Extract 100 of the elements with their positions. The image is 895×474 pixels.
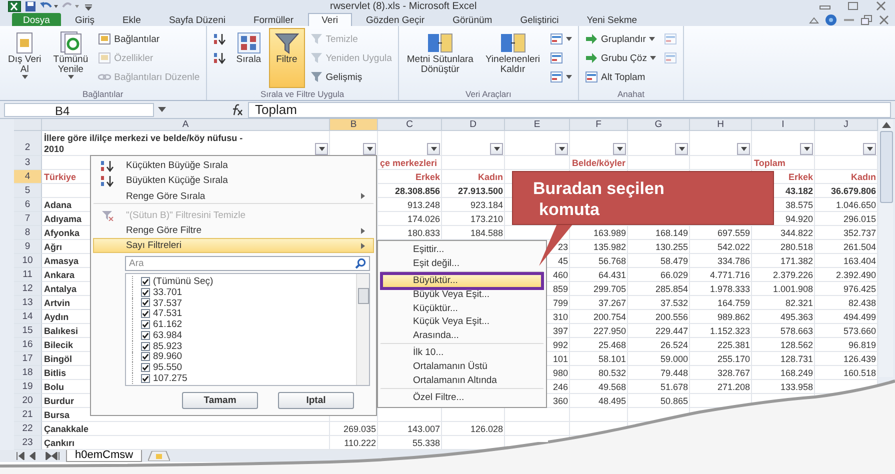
menu-item[interactable]: Büyüktür... [380, 272, 544, 290]
sheet-navigation-icon[interactable] [16, 452, 60, 460]
ribbon-tab[interactable]: Görünüm [438, 13, 506, 26]
ribbon-button[interactable]: Metni Sütunlara Dönüştür [402, 28, 478, 88]
filter-button[interactable] [363, 143, 376, 155]
collapse-ribbon-icon[interactable] [809, 16, 819, 24]
filter-button[interactable] [675, 143, 688, 155]
ribbon-button[interactable]: Alt Toplam [582, 68, 659, 86]
column-header[interactable]: F [570, 119, 628, 131]
menu-item[interactable]: Küçükten Büyüğe Sırala [93, 158, 374, 173]
checkbox[interactable] [141, 298, 150, 308]
ribbon-button[interactable]: Grubu Çöz [582, 49, 659, 67]
row-header[interactable]: 16 [14, 338, 42, 352]
menu-item[interactable]: Büyük Veya Eşit... [380, 288, 544, 302]
menu-item[interactable]: Eşittir... [380, 243, 544, 257]
scrollbar-thumb[interactable] [880, 131, 892, 203]
formula-field[interactable]: Toplam [248, 102, 891, 118]
help-icon[interactable] [825, 14, 837, 26]
ribbon-tab[interactable]: Veri [308, 13, 352, 26]
menu-item[interactable]: Küçük Veya Eşit... [380, 315, 544, 330]
menu-item[interactable]: Küçüktür... [380, 302, 544, 316]
save-icon[interactable] [25, 0, 36, 12]
scrollbar[interactable] [356, 274, 369, 385]
column-header[interactable]: A [42, 119, 330, 131]
checkbox[interactable] [141, 276, 150, 286]
menu-item[interactable]: Sayı Filtreleri [93, 238, 374, 253]
row-header[interactable]: 15 [14, 324, 42, 338]
ribbon-button[interactable]: Dış Veri Al [3, 28, 46, 88]
scroll-up-icon[interactable] [882, 122, 890, 128]
customize-caret-icon[interactable] [84, 2, 93, 10]
row-header[interactable]: 9 [14, 240, 42, 254]
row-header[interactable]: 6 [14, 198, 42, 212]
checkbox[interactable] [141, 320, 150, 330]
caret-icon[interactable] [158, 107, 166, 112]
ribbon-button[interactable]: Gruplandır [582, 30, 659, 48]
filter-button[interactable] [427, 143, 440, 155]
menu-item[interactable]: Arasında... [380, 329, 544, 344]
checkbox[interactable] [141, 352, 150, 362]
column-header[interactable]: E [505, 119, 570, 131]
row-header[interactable]: 17 [14, 352, 42, 366]
name-box[interactable]: B4 [4, 102, 154, 116]
filter-button[interactable] [613, 143, 626, 155]
row-header[interactable]: 12 [14, 282, 42, 296]
checkbox[interactable] [141, 374, 150, 384]
ribbon-button[interactable]: Tümünü Yenile [48, 28, 94, 88]
dialog-button[interactable]: Tamam [182, 392, 258, 409]
menu-item[interactable]: Renge Göre Sırala [93, 188, 374, 204]
filter-button[interactable] [315, 143, 328, 155]
row-header[interactable]: 7 [14, 212, 42, 226]
menu-item[interactable]: Büyükten Küçüğe Sırala [93, 173, 374, 188]
scrollbar[interactable] [879, 119, 893, 377]
function-icon[interactable] [230, 104, 244, 116]
column-header[interactable]: B [330, 119, 378, 131]
ribbon-tab[interactable]: Giriş [60, 13, 108, 26]
ribbon-tab[interactable]: Yeni Sekme [572, 13, 652, 26]
row-header[interactable]: 8 [14, 226, 42, 240]
filter-button[interactable] [490, 143, 503, 155]
menu-item[interactable]: Özel Filtre... [380, 390, 544, 405]
ribbon-button[interactable]: Filtre [268, 28, 305, 88]
ribbon-button[interactable]: Gelişmiş [306, 68, 395, 86]
checkbox[interactable] [141, 342, 150, 351]
column-header[interactable]: D [442, 119, 505, 131]
menu-item[interactable]: Ortalamanın Üstü [380, 360, 544, 374]
ribbon-button[interactable]: Sırala [230, 28, 267, 88]
close-icon[interactable] [875, 1, 887, 11]
checkbox[interactable] [141, 330, 150, 340]
checkbox[interactable] [141, 309, 150, 318]
menu-item[interactable]: Renge Göre Filtre [93, 223, 374, 238]
maximize-icon[interactable] [847, 1, 859, 11]
restore-icon[interactable] [861, 14, 873, 24]
filter-button[interactable] [863, 143, 876, 155]
row-header[interactable]: 20 [14, 394, 42, 408]
row-header[interactable]: 5 [14, 184, 42, 198]
filter-button[interactable] [800, 143, 813, 155]
sheet-tab[interactable]: h0emCmsw [66, 450, 142, 462]
close-icon[interactable] [879, 14, 889, 24]
row-header[interactable]: 3 [14, 156, 42, 170]
checkbox[interactable] [141, 363, 150, 372]
menu-item[interactable]: İlk 10... [380, 346, 544, 360]
column-header[interactable]: J [815, 119, 878, 131]
ribbon-tab[interactable]: Ekle [108, 13, 155, 26]
row-header[interactable]: 21 [14, 408, 42, 422]
filter-button[interactable] [555, 143, 568, 155]
column-header[interactable]: H [690, 119, 752, 131]
ribbon-tab[interactable]: Dosya [12, 13, 61, 26]
ribbon-button[interactable]: Yinelenenleri Kaldır [480, 28, 546, 88]
dialog-button[interactable]: Iptal [278, 392, 354, 409]
filter-button[interactable] [737, 143, 750, 155]
ribbon-tab[interactable]: Gözden Geçir [352, 13, 439, 26]
column-header[interactable]: C [378, 119, 442, 131]
search-field[interactable]: Ara [125, 256, 370, 271]
row-header[interactable]: 19 [14, 380, 42, 394]
row-header[interactable]: 4 [14, 170, 42, 184]
menu-item[interactable]: Ortalamanın Altında [380, 374, 544, 389]
ribbon-tab[interactable]: Geliştirici [506, 13, 573, 26]
row-header[interactable]: 14 [14, 310, 42, 324]
row-header[interactable]: 13 [14, 296, 42, 310]
ribbon-tab[interactable]: Formüller [239, 13, 308, 26]
ribbon-tab[interactable]: Sayfa Düzeni [154, 13, 240, 26]
row-header[interactable]: 10 [14, 254, 42, 268]
